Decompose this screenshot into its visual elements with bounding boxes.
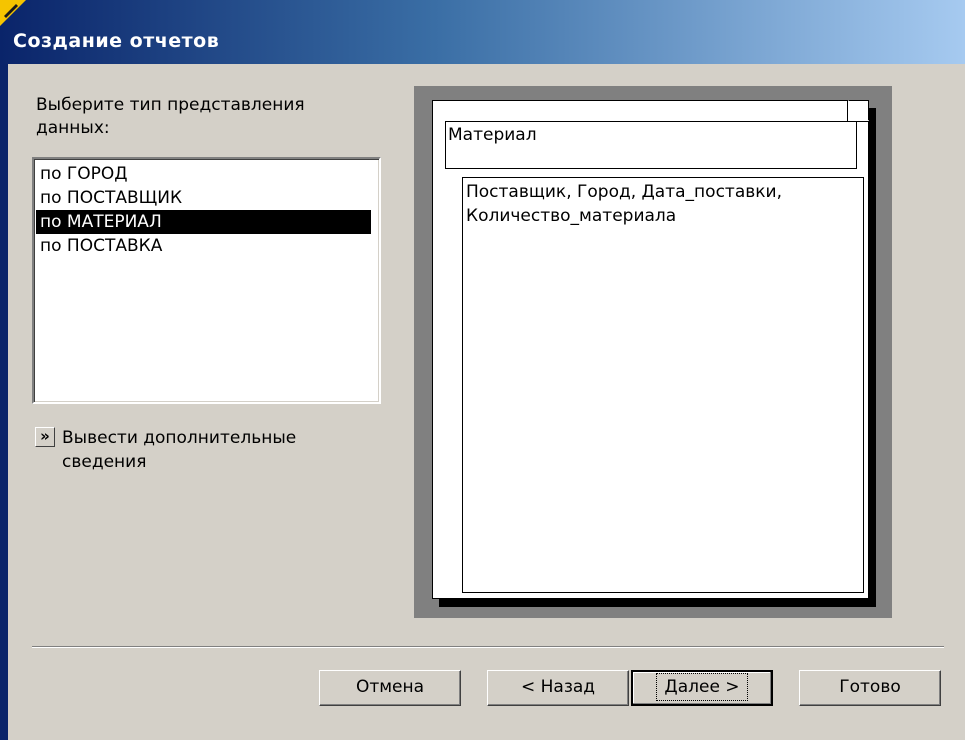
list-item[interactable]: по ПОСТАВКА: [36, 234, 371, 258]
list-item[interactable]: по ГОРОД: [36, 162, 371, 186]
preview-detail-fields: Поставщик, Город, Дата_поставки, Количес…: [462, 177, 864, 593]
window-frame-left: [0, 0, 8, 740]
list-item[interactable]: по ПОСТАВЩИК: [36, 186, 371, 210]
finish-button-label: Готово: [839, 677, 901, 697]
view-type-listbox[interactable]: по ГОРОД по ПОСТАВЩИК по МАТЕРИАЛ по ПОСТАВ…: [32, 157, 381, 404]
corner-badge-icon: [0, 0, 26, 26]
preview-group-header: Материал: [445, 121, 857, 169]
cancel-button-label: Отмена: [355, 677, 425, 697]
dialog-body: Выберите тип представления данных: по ГО…: [8, 64, 965, 740]
back-button-label: < Назад: [520, 677, 596, 697]
finish-button[interactable]: Готово: [799, 670, 941, 706]
more-details-button[interactable]: »: [35, 427, 55, 447]
prompt-label: Выберите тип представления данных:: [36, 95, 305, 138]
back-button[interactable]: < Назад: [487, 670, 629, 706]
preview-page: Материал Поставщик, Город, Дата_поставки…: [432, 100, 869, 599]
separator: [32, 646, 944, 648]
next-button[interactable]: Далее >: [631, 670, 773, 706]
window-title: Создание отчетов: [13, 30, 220, 52]
more-details-label: Вывести дополнительные сведения: [62, 428, 297, 472]
title-bar[interactable]: Создание отчетов: [0, 0, 965, 64]
list-item[interactable]: по МАТЕРИАЛ: [36, 210, 371, 234]
next-button-label: Далее >: [656, 673, 748, 701]
cancel-button[interactable]: Отмена: [319, 670, 461, 706]
page-fold-icon: [847, 100, 869, 122]
